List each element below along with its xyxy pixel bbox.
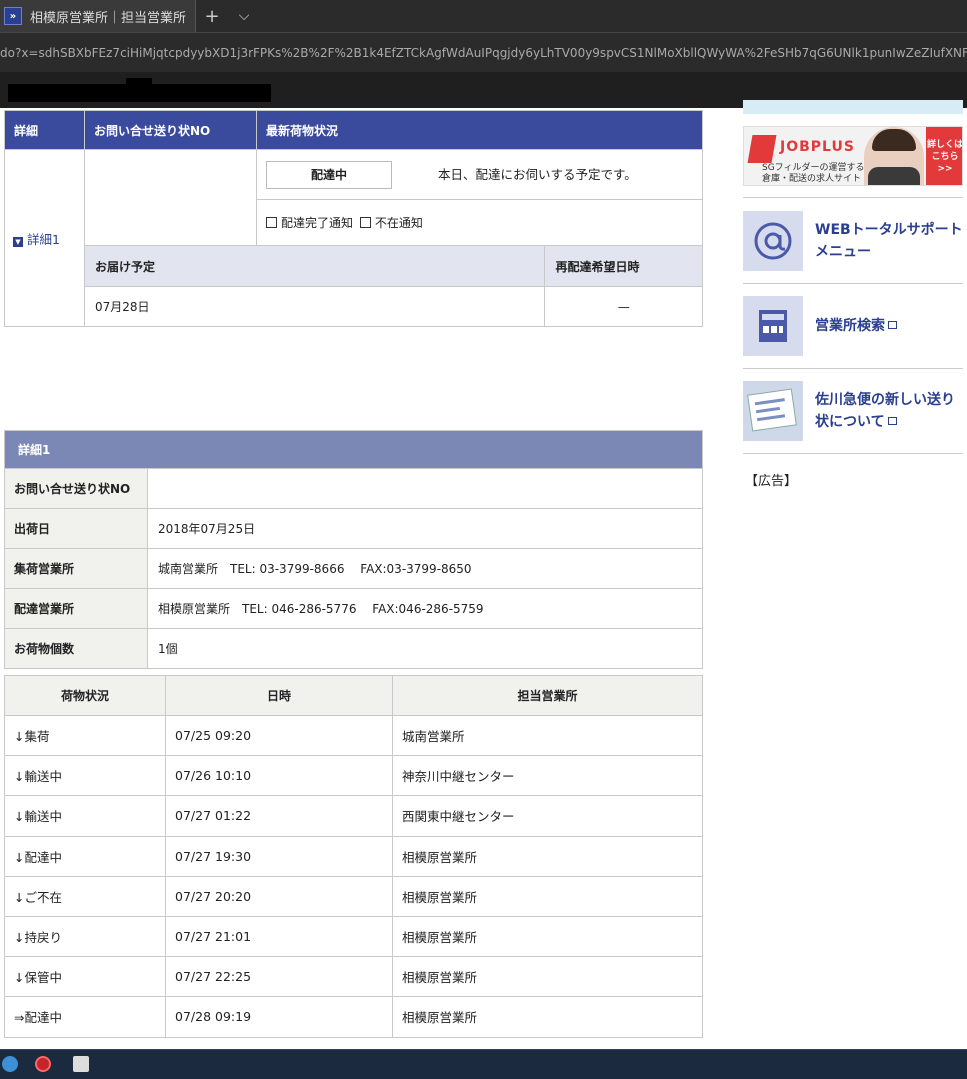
new-tab-button[interactable]: + — [196, 0, 228, 32]
tab-menu-chevron-icon[interactable]: ⌵ — [228, 0, 260, 32]
slip-document-icon — [743, 381, 803, 441]
sidebar-divider — [743, 368, 963, 369]
header-latest-status: 最新荷物状況 — [256, 110, 703, 150]
notify-cell: 配達完了通知 不在通知 — [256, 199, 703, 246]
office-search-label: 営業所検索 — [815, 315, 897, 337]
sidebar-item-office-search[interactable]: 営業所検索 — [743, 296, 963, 356]
banner-top-strip[interactable] — [743, 100, 963, 114]
tracking-table: 荷物状況 日時 担当営業所 ↓集荷 07/25 09:20 城南営業所 ↓輸送中 07… — [4, 675, 703, 1038]
ad-label: 【広告】 — [745, 474, 798, 489]
browser-tab[interactable]: » 相模原営業所｜担当営業所 — [0, 0, 196, 32]
person-photo-icon — [864, 127, 924, 185]
tracking-header-office: 担当営業所 — [392, 675, 703, 716]
table-row: 集荷営業所 城南営業所 TEL: 03-3799-8666 FAX:03-3799… — [4, 548, 703, 589]
tracking-header-status: 荷物状況 — [4, 675, 166, 716]
new-slip-label: 佐川急便の新しい送り状について — [815, 392, 955, 430]
jobplus-banner[interactable]: JOBPLUS SGフィルダーの運営する 倉庫・配送の求人サイト 詳しくはこちら>… — [743, 126, 963, 186]
sidebar-divider — [743, 197, 963, 198]
absent-notify-checkbox[interactable] — [359, 217, 371, 228]
at-sign-icon — [743, 211, 803, 271]
os-taskbar — [0, 1049, 967, 1079]
details-title: 詳細1 — [4, 430, 703, 469]
table-row: お問い合せ送り状NO — [4, 468, 703, 509]
detail-link[interactable]: ▼ 詳細1 — [5, 232, 60, 247]
delivered-notify-label: 配達完了通知 — [281, 216, 354, 230]
delivery-header: お届け予定 — [83, 245, 546, 287]
table-row: ↓配達中 07/27 19:30 相模原営業所 — [4, 835, 703, 877]
table-row: お荷物個数 1個 — [4, 628, 703, 669]
table-row: 配達営業所 相模原営業所 TEL: 046-286-5776 FAX:046-28… — [4, 588, 703, 629]
table-row: ⇒配達中 07/28 09:19 相模原営業所 — [4, 996, 703, 1038]
redacted-area — [8, 84, 271, 102]
external-link-icon — [888, 321, 897, 329]
tracking-header-datetime: 日時 — [165, 675, 393, 716]
table-row: 出荷日 2018年07月25日 — [4, 508, 703, 549]
status-cell: 配達中 本日、配達にお伺いする予定です。 — [256, 149, 703, 200]
jobplus-cta: 詳しくはこちら>> — [926, 127, 962, 185]
building-icon — [743, 296, 803, 356]
redelivery-header: 再配達希望日時 — [544, 245, 703, 287]
status-message: 本日、配達にお伺いする予定です。 — [438, 166, 637, 182]
jobplus-brand: JOBPLUS — [780, 139, 855, 155]
browser-tab-bar: » 相模原営業所｜担当営業所 + ⌵ — [0, 0, 967, 32]
summary-table: 詳細 お問い合せ送り状NO 最新荷物状況 ▼ 詳細1 配達中 本日、配達にお伺いする… — [4, 110, 703, 327]
site-favicon-icon: » — [4, 7, 22, 25]
redacted-area-small — [126, 78, 152, 84]
table-row: ↓保管中 07/27 22:25 相模原営業所 — [4, 956, 703, 998]
absent-notify-label: 不在通知 — [374, 216, 423, 230]
sidebar-divider — [743, 283, 963, 284]
detail-cell: ▼ 詳細1 — [4, 149, 85, 327]
stop-icon[interactable] — [35, 1056, 51, 1072]
details-table: 詳細1 お問い合せ送り状NO 出荷日 2018年07月25日 集荷営業所 城南営業所… — [4, 430, 703, 669]
sidebar-divider — [743, 453, 963, 454]
tab-title: 相模原営業所｜担当営業所 — [30, 10, 187, 26]
table-row: ↓輸送中 07/26 10:10 神奈川中継センター — [4, 755, 703, 797]
table-row: ↓輸送中 07/27 01:22 西関東中継センター — [4, 795, 703, 837]
table-row: ↓ご不在 07/27 20:20 相模原営業所 — [4, 875, 703, 917]
delivery-date: 07月28日 — [83, 286, 546, 327]
sidebar-item-web-support[interactable]: WEBトータルサポートメニュー — [743, 211, 963, 271]
header-detail: 詳細 — [4, 110, 85, 150]
inquiry-no-cell — [84, 149, 257, 246]
table-row: ↓集荷 07/25 09:20 城南営業所 — [4, 714, 703, 757]
header-inquiry-no: お問い合せ送り状NO — [84, 110, 257, 150]
address-bar[interactable]: do?x=sdhSBXbFEz7ciHiMjqtcpdyybXD1j3rFPKs… — [0, 32, 967, 72]
delivered-notify-checkbox[interactable] — [266, 217, 277, 228]
jobplus-subtitle: SGフィルダーの運営する 倉庫・配送の求人サイト — [762, 163, 865, 184]
jobplus-logo-icon — [747, 135, 777, 163]
triangle-down-icon: ▼ — [13, 236, 23, 247]
status-badge: 配達中 — [266, 160, 392, 189]
sidebar-item-new-slip[interactable]: 佐川急便の新しい送り状について — [743, 381, 963, 441]
clipboard-icon[interactable] — [73, 1056, 89, 1072]
external-link-icon — [887, 417, 897, 425]
web-support-label: WEBトータルサポートメニュー — [815, 222, 963, 260]
globe-icon[interactable] — [2, 1056, 18, 1072]
url-text: do?x=sdhSBXbFEz7ciHiMjqtcpdyybXD1j3rFPKs… — [0, 45, 967, 60]
table-row: ↓持戻り 07/27 21:01 相模原営業所 — [4, 915, 703, 958]
redelivery-value: — — [544, 286, 703, 327]
